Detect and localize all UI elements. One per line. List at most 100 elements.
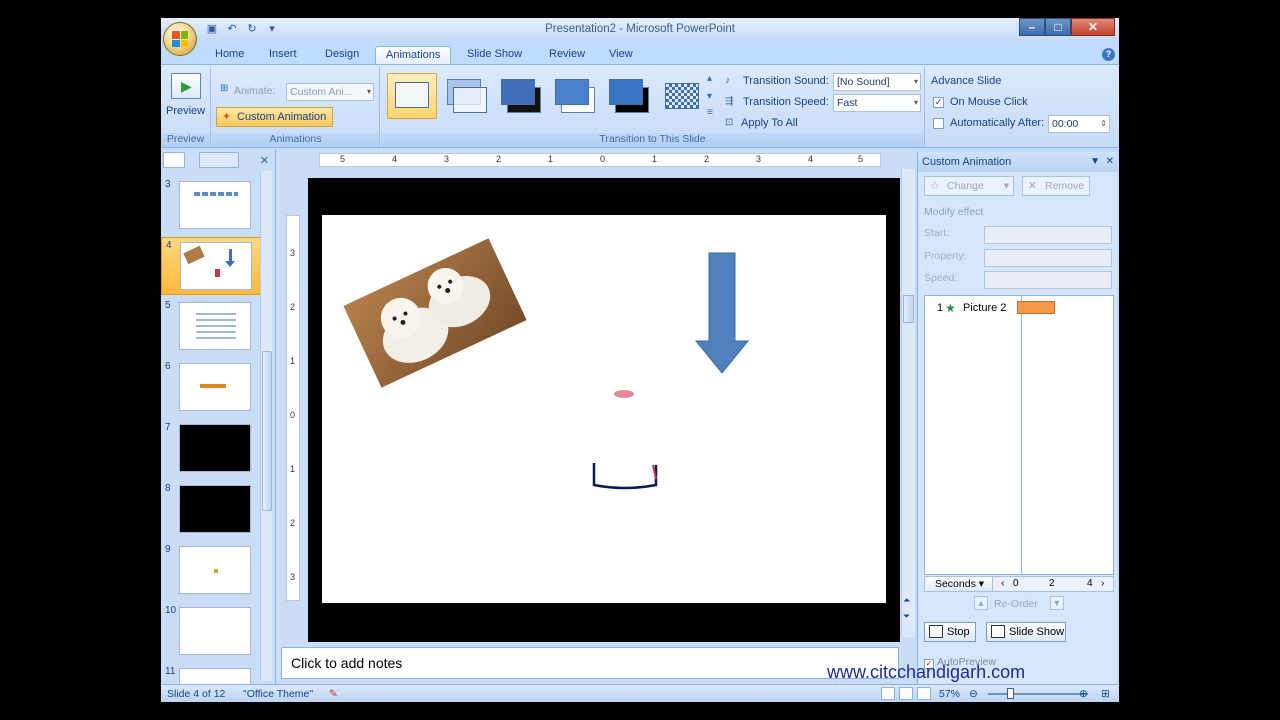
ruler-label: 2 — [496, 154, 502, 164]
slide-preview — [179, 607, 251, 655]
slide-canvas[interactable] — [322, 215, 886, 603]
scroll-down-icon[interactable]: ▾ — [707, 91, 720, 103]
on-mouse-click-checkbox[interactable]: ✓ — [933, 97, 944, 108]
zoom-out-icon[interactable]: ⊖ — [969, 688, 978, 700]
preview-icon[interactable] — [171, 73, 201, 99]
transition-speed-value: Fast — [837, 97, 858, 109]
editor-scrollbar[interactable]: ⏶ ⏷ — [901, 169, 915, 637]
automatically-after-checkbox[interactable] — [933, 118, 944, 129]
slide-preview — [179, 668, 251, 684]
transition-none-thumb[interactable] — [387, 73, 437, 119]
timeline-left-icon[interactable]: ‹ — [1001, 578, 1004, 589]
apply-to-all-button[interactable]: Apply To All — [741, 117, 798, 129]
transition-sound-dropdown[interactable]: [No Sound] ▾ — [833, 73, 921, 91]
timeline-right-icon[interactable]: › — [1101, 578, 1104, 589]
slide-thumbnail[interactable]: 3 — [161, 177, 261, 235]
slide-number: 3 — [165, 179, 171, 190]
outline-tab[interactable] — [199, 152, 239, 168]
slide-number: 10 — [165, 605, 177, 616]
slide-thumbnail[interactable]: 11 — [161, 664, 261, 684]
start-dropdown[interactable] — [984, 226, 1112, 244]
slide-preview — [179, 546, 251, 594]
ruler-label: 3 — [756, 154, 762, 164]
transition-fade-smooth-thumb[interactable] — [441, 73, 491, 119]
transition-fade-black-thumb[interactable] — [495, 73, 545, 119]
close-icon[interactable]: ✕ — [1106, 152, 1114, 172]
zoom-in-icon[interactable]: ⊕ — [1079, 688, 1088, 700]
slide-thumbnail[interactable]: 9 — [161, 542, 261, 600]
property-dropdown[interactable] — [984, 249, 1112, 267]
bowl-shape[interactable] — [590, 459, 660, 493]
slide-thumbnail[interactable]: 7 — [161, 420, 261, 478]
stop-button[interactable]: Stop — [924, 622, 976, 642]
lip-shape[interactable] — [612, 387, 636, 399]
move-down-icon[interactable]: ▼ — [1050, 596, 1064, 610]
tab-insert[interactable]: Insert — [259, 46, 307, 64]
normal-view-icon[interactable] — [881, 687, 895, 700]
star-icon: ☆ — [930, 180, 940, 192]
puppies-picture[interactable] — [340, 233, 530, 393]
maximize-button[interactable]: □ — [1045, 18, 1071, 36]
minimize-button[interactable]: – — [1019, 18, 1045, 36]
tab-animations[interactable]: Animations — [375, 46, 452, 64]
more-icon[interactable]: ≡ — [707, 107, 720, 119]
move-up-icon[interactable]: ▲ — [974, 596, 988, 610]
zoom-slider-handle[interactable] — [1007, 688, 1014, 699]
fit-to-window-icon[interactable]: ⊞ — [1101, 688, 1110, 700]
down-arrow-shape[interactable] — [692, 249, 752, 379]
zoom-slider[interactable] — [988, 693, 1088, 695]
help-icon[interactable]: ? — [1102, 48, 1115, 61]
speed-dropdown[interactable] — [984, 271, 1112, 289]
slide-preview — [180, 242, 252, 290]
preview-button[interactable]: Preview — [166, 105, 205, 117]
office-button[interactable] — [163, 22, 197, 56]
zoom-level[interactable]: 57% — [939, 688, 960, 700]
slide-thumbnail[interactable]: 10 — [161, 603, 261, 661]
tab-slide-show[interactable]: Slide Show — [457, 46, 532, 64]
slide-thumbnail[interactable]: 8 — [161, 481, 261, 539]
scrollbar-thumb[interactable] — [903, 295, 914, 323]
slide-preview — [179, 181, 251, 229]
slide-show-button[interactable]: Slide Show — [986, 622, 1066, 642]
animate-dropdown[interactable]: Custom Ani... ▾ — [286, 83, 374, 101]
scrollbar-thumb[interactable] — [262, 351, 272, 511]
slide-sorter-view-icon[interactable] — [899, 687, 913, 700]
chevron-down-icon: ▾ — [1003, 180, 1009, 192]
notes-pane[interactable]: Click to add notes — [281, 647, 899, 679]
close-icon[interactable]: ✕ — [260, 154, 269, 167]
spelling-check-icon[interactable]: ✎ — [329, 688, 338, 700]
prev-slide-icon[interactable]: ⏶ — [903, 595, 910, 606]
tab-design[interactable]: Design — [315, 46, 369, 64]
slides-tab[interactable] — [163, 152, 185, 168]
tab-view[interactable]: View — [599, 46, 643, 64]
advance-slide-group: Advance Slide ✓ On Mouse Click Automatic… — [926, 67, 1116, 147]
seconds-dropdown[interactable]: Seconds ▾ — [927, 577, 993, 591]
change-button[interactable]: ☆ Change ▾ — [924, 176, 1014, 196]
sound-icon: ♪ — [725, 75, 730, 86]
chevron-down-icon: ▾ — [913, 98, 918, 107]
remove-button[interactable]: ✕ Remove — [1022, 176, 1090, 196]
transition-cut-thumb[interactable] — [549, 73, 599, 119]
ruler-label: 5 — [858, 154, 864, 164]
ruler-label: 3 — [444, 154, 450, 164]
animation-list-item[interactable]: 1 ★ Picture 2 — [925, 296, 1113, 318]
slide-thumbnail[interactable]: 6 — [161, 359, 261, 417]
slide-thumbnail[interactable]: 4 — [161, 237, 261, 295]
automatically-after-spinner[interactable]: 00:00 ⇕ — [1048, 115, 1110, 133]
ruler-label: 3 — [290, 572, 296, 582]
transition-dissolve-thumb[interactable] — [657, 73, 707, 119]
close-button[interactable]: ✕ — [1071, 18, 1115, 36]
slide-thumbnail[interactable]: 5 — [161, 298, 261, 356]
tab-home[interactable]: Home — [205, 46, 254, 64]
pane-options-icon[interactable]: ▼ — [1090, 152, 1100, 172]
slides-scrollbar[interactable] — [260, 171, 272, 681]
transition-group-label: Transition to This Slide — [381, 133, 924, 147]
transition-speed-dropdown[interactable]: Fast ▾ — [833, 94, 921, 112]
timing-bar[interactable] — [1017, 301, 1055, 314]
tab-review[interactable]: Review — [539, 46, 595, 64]
transition-cut-black-thumb[interactable] — [603, 73, 653, 119]
next-slide-icon[interactable]: ⏷ — [903, 611, 910, 622]
scroll-up-icon[interactable]: ▴ — [707, 73, 720, 85]
custom-animation-button[interactable]: Custom Animation — [216, 107, 334, 127]
slide-show-view-icon[interactable] — [917, 687, 931, 700]
